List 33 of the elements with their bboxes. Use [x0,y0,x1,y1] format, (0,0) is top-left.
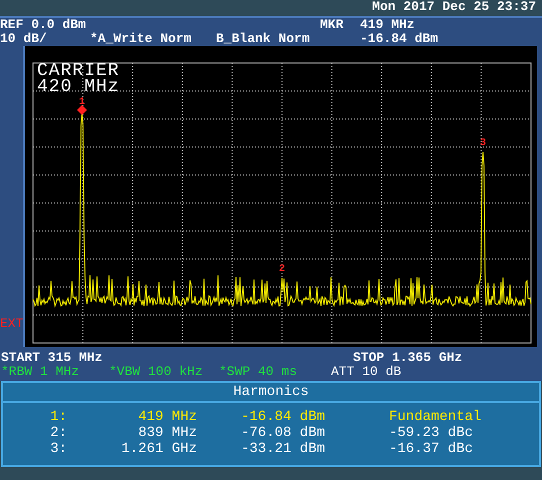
trace-a-mode: *A_Write Norm [90,32,192,46]
trace-b-mode: B_Blank Norm [216,32,311,46]
harmonic-index: 2: [49,425,67,441]
setting-readout: *SWP 40 ms [219,365,298,379]
harmonic-frequency: 1.261 GHz [120,441,197,457]
harmonic-relative: -16.37 dBc [389,441,474,457]
panel-title: Harmonics [233,384,309,400]
harmonic-frequency: 839 MHz [137,425,197,441]
setting-readout: ATT 10 dB [331,365,402,379]
marker-frequency: 419 MHz [360,18,415,32]
harmonic-index: 3: [49,441,67,457]
marker-label: 2 [279,264,285,275]
date-time: Mon 2017 Dec 25 23:37 [372,0,536,16]
marker-label: 1 [79,97,85,108]
harmonic-level: -33.21 dBm [240,441,325,457]
reference-level: REF 0.0 dBm [0,18,87,32]
plot-subtitle: 420 MHz [37,79,120,95]
harmonic-level: -16.84 dBm [240,409,325,425]
harmonic-frequency: 419 MHz [137,409,197,425]
marker-level: -16.84 dBm [360,32,438,46]
plot-title: CARRIER [37,63,120,79]
harmonic-index: 1: [49,409,67,425]
marker-label: 3 [480,138,486,149]
marker-label: MKR [320,18,344,32]
setting-readout: *RBW 1 MHz [1,365,80,379]
harmonic-relative: -59.23 dBc [389,425,474,441]
harmonic-level: -76.08 dBm [240,425,325,441]
ext-indicator: EXT [0,317,24,331]
setting-readout: *VBW 100 kHz [109,365,204,379]
harmonic-relative: Fundamental [389,409,482,425]
stop-frequency: STOP 1.365 GHz [353,351,462,365]
scale: 10 dB/ [0,32,48,46]
start-frequency: START 315 MHz [1,351,104,365]
